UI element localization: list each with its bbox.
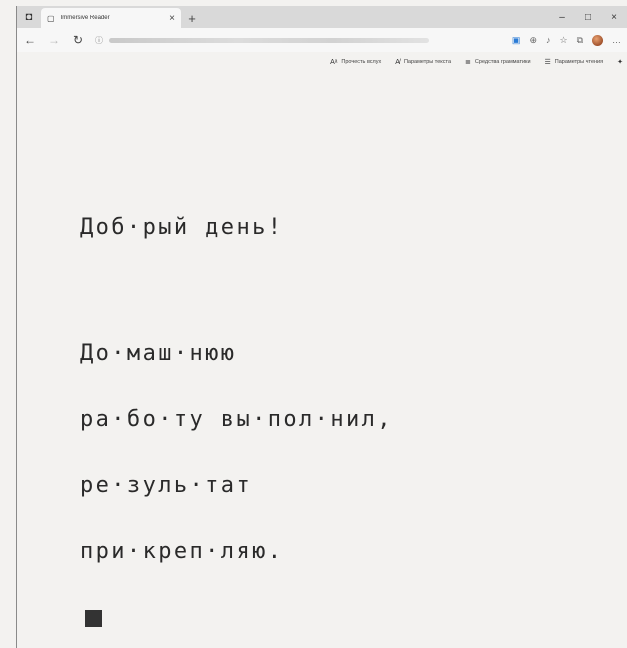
page-icon: ▢ <box>47 13 55 23</box>
read-aloud-button[interactable]: Aᵃ Прочесть вслух <box>330 59 381 66</box>
tab-title: Immersive Reader <box>60 15 110 21</box>
collections-icon[interactable]: ⧉ <box>577 35 583 46</box>
immersive-reader-toolbar: Aᵃ Прочесть вслух A̸ Параметры текста ≣ … <box>17 52 627 72</box>
forward-button[interactable]: → <box>47 33 61 47</box>
reading-preferences-label: Параметры чтения <box>554 59 604 65</box>
text-preferences-label: Параметры текста <box>403 59 452 65</box>
text-preferences-icon: A̸ <box>395 58 400 66</box>
avatar[interactable] <box>592 34 603 46</box>
tab-actions-icon: ◘ <box>25 11 33 23</box>
grammar-tools-button[interactable]: ≣ Средства грамматики <box>465 58 530 66</box>
more-menu-button[interactable]: … <box>612 35 621 45</box>
refresh-button[interactable]: ↻ <box>71 33 85 47</box>
toolbar-icons: ▣ ⊕ ♪ ☆ ⧉ … <box>512 34 621 46</box>
address-bar[interactable]: ⓘ <box>95 32 502 48</box>
content-line: ра·бо·ту вы·пол·нил, <box>80 407 393 432</box>
greeting-text: Доб·рый день! <box>80 215 284 240</box>
grammar-tools-label: Средства грамматики <box>474 59 531 65</box>
content-line: До·маш·нюю <box>80 341 237 366</box>
read-aloud-stop-button[interactable] <box>85 610 102 627</box>
new-tab-button[interactable]: + <box>181 8 203 28</box>
zoom-icon[interactable]: ⊕ <box>529 35 537 46</box>
reading-preferences-button[interactable]: ☰ Параметры чтения <box>545 58 604 66</box>
tab-immersive-reader[interactable]: ▢ Immersive Reader × <box>41 8 181 28</box>
window-controls: – □ × <box>549 6 627 28</box>
minimize-button[interactable]: – <box>549 12 575 23</box>
info-icon[interactable]: ⓘ <box>95 35 103 46</box>
reader-view-icon[interactable]: ▣ <box>512 35 521 46</box>
content-line: ре·зуль·тат <box>80 473 253 498</box>
tab-close-button[interactable]: × <box>169 13 175 24</box>
close-window-button[interactable]: × <box>601 12 627 23</box>
maximize-button[interactable]: □ <box>575 12 601 23</box>
pin-icon: ✦ <box>617 59 623 66</box>
content-line: при·креп·ляю. <box>80 539 284 564</box>
url-text-blurred <box>109 37 429 43</box>
pin-button[interactable]: ✦ <box>617 58 623 66</box>
navigation-bar: ← → ↻ ⓘ ▣ ⊕ ♪ ☆ ⧉ … <box>17 28 627 52</box>
read-aloud-icon: Aᵃ <box>330 58 338 66</box>
tab-actions-button[interactable]: ◘ <box>17 6 41 28</box>
favorites-icon[interactable]: ☆ <box>559 35 567 46</box>
grammar-tools-icon: ≣ <box>465 59 471 66</box>
tab-bar: ◘ ▢ Immersive Reader × + – □ × <box>17 6 627 28</box>
reading-preferences-icon: ☰ <box>544 59 551 66</box>
read-aloud-icon[interactable]: ♪ <box>546 35 551 45</box>
back-button[interactable]: ← <box>23 33 37 47</box>
read-aloud-label: Прочесть вслух <box>341 59 382 65</box>
text-preferences-button[interactable]: A̸ Параметры текста <box>395 59 451 66</box>
